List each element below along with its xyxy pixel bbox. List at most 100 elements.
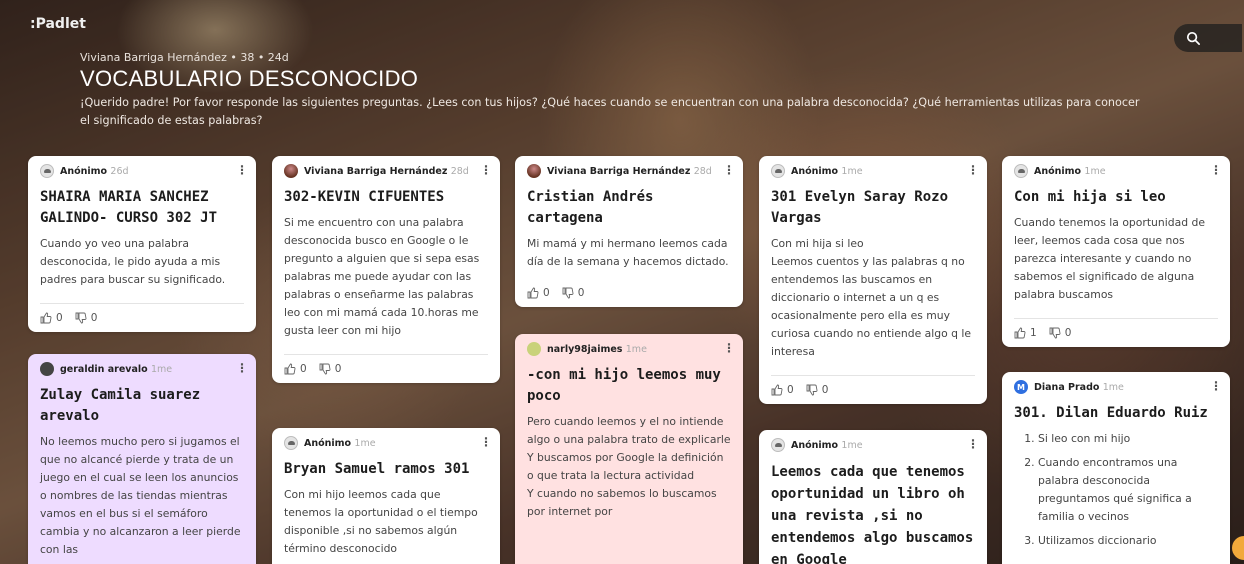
post-author: Anónimo 26d <box>60 165 129 177</box>
post-time: 1me <box>1102 381 1124 393</box>
post-time: 1me <box>354 437 376 449</box>
post-title: -con mi hijo leemos muy poco <box>527 367 721 404</box>
post-time: 1me <box>1084 165 1106 177</box>
post-header: Anónimo 1me ⋮ <box>771 437 979 453</box>
post-body: Si me encuentro con una palabra desconoc… <box>284 216 480 337</box>
post-header: Viviana Barriga Hernández 28d ⋮ <box>527 163 735 179</box>
post-author: Diana Prado 1me <box>1034 381 1124 393</box>
post-header: M Diana Prado 1me ⋮ <box>1014 379 1222 395</box>
post-card[interactable]: Anónimo 1me ⋮ Leemos cada que tenemos op… <box>759 430 987 564</box>
anonymous-avatar-icon <box>771 438 785 452</box>
post-title: Bryan Samuel ramos 301 <box>284 461 470 477</box>
more-vertical-icon[interactable]: ⋮ <box>236 362 248 374</box>
post-author: geraldin arevalo 1me <box>60 363 173 375</box>
post-title: SHAIRA MARIA SANCHEZ GALINDO- CURSO 302 … <box>40 189 218 226</box>
thumbs-up-icon[interactable] <box>284 363 296 375</box>
post-title: Con mi hija si leo <box>1014 189 1166 205</box>
list-item: Cuando encontramos una palabra desconoci… <box>1038 454 1218 526</box>
post-card[interactable]: geraldin arevalo 1me ⋮ Zulay Camila suar… <box>28 354 256 564</box>
post-card[interactable]: Viviana Barriga Hernández 28d ⋮ Cristian… <box>515 156 743 307</box>
post-author: Anónimo 1me <box>1034 165 1106 177</box>
post-body: Con mi hija si leo Leemos cuentos y las … <box>771 237 972 358</box>
thumbs-up-icon[interactable] <box>771 384 783 396</box>
thumbs-down-icon[interactable] <box>319 363 331 375</box>
like-count: 0 <box>300 363 307 375</box>
post-time: 1me <box>841 165 863 177</box>
post-card[interactable]: Anónimo 1me ⋮ Bryan Samuel ramos 301 Con… <box>272 428 500 564</box>
board-meta: Viviana Barriga Hernández • 38 • 24d <box>80 51 289 64</box>
post-author: Anónimo 1me <box>304 437 376 449</box>
anonymous-avatar-icon <box>1014 164 1028 178</box>
anonymous-avatar-icon <box>771 164 785 178</box>
search-icon <box>1186 31 1200 45</box>
board-title: VOCABULARIO DESCONOCIDO <box>80 66 419 91</box>
post-time: 28d <box>693 165 712 177</box>
thumbs-up-icon[interactable] <box>527 287 539 299</box>
post-title: 301 Evelyn Saray Rozo Vargas <box>771 189 949 226</box>
post-title: Zulay Camila suarez arevalo <box>40 387 201 424</box>
post-title: 301. Dilan Eduardo Ruiz <box>1014 405 1208 421</box>
post-time: 1me <box>841 439 863 451</box>
post-list: Si leo con mi hijo Cuando encontramos un… <box>1038 430 1218 550</box>
post-header: Anónimo 1me ⋮ <box>771 163 979 179</box>
more-vertical-icon[interactable]: ⋮ <box>480 164 492 176</box>
user-avatar-icon <box>527 164 541 178</box>
post-author: Viviana Barriga Hernández 28d <box>304 165 469 177</box>
dislike-count: 0 <box>1064 327 1072 339</box>
dislike-count: 0 <box>334 363 342 375</box>
user-avatar-icon <box>284 164 298 178</box>
post-reactions: 1 0 <box>1014 318 1218 339</box>
user-avatar-icon: M <box>1014 380 1028 394</box>
more-vertical-icon[interactable]: ⋮ <box>723 342 735 354</box>
thumbs-up-icon[interactable] <box>1014 327 1026 339</box>
post-header: Viviana Barriga Hernández 28d ⋮ <box>284 163 492 179</box>
post-time: 1me <box>150 363 173 375</box>
post-author: Viviana Barriga Hernández 28d <box>547 165 712 177</box>
post-reactions: 0 0 <box>527 279 731 299</box>
search-button[interactable] <box>1174 24 1242 52</box>
dislike-count: 0 <box>821 384 829 396</box>
more-vertical-icon[interactable]: ⋮ <box>1210 380 1222 392</box>
list-item: Utilizamos diccionario <box>1038 532 1218 550</box>
post-reactions: 0 0 <box>284 354 488 375</box>
post-card[interactable]: Viviana Barriga Hernández 28d ⋮ 302-KEVI… <box>272 156 500 383</box>
more-vertical-icon[interactable]: ⋮ <box>967 164 979 176</box>
post-body: Cuando yo veo una palabra desconocida, l… <box>40 237 226 286</box>
thumbs-down-icon[interactable] <box>75 312 87 324</box>
more-vertical-icon[interactable]: ⋮ <box>480 436 492 448</box>
post-card[interactable]: M Diana Prado 1me ⋮ 301. Dilan Eduardo R… <box>1002 372 1230 564</box>
like-count: 0 <box>56 312 63 324</box>
post-card[interactable]: narly98jaimes 1me ⋮ -con mi hijo leemos … <box>515 334 743 564</box>
thumbs-down-icon[interactable] <box>562 287 574 299</box>
user-avatar-icon <box>40 362 54 376</box>
post-reactions: 0 0 <box>40 303 244 324</box>
post-card[interactable]: Anónimo 26d ⋮ SHAIRA MARIA SANCHEZ GALIN… <box>28 156 256 332</box>
more-vertical-icon[interactable]: ⋮ <box>1210 164 1222 176</box>
post-author: Anónimo 1me <box>791 165 863 177</box>
dislike-count: 0 <box>577 287 585 299</box>
dislike-count: 0 <box>90 312 98 324</box>
post-author: Anónimo 1me <box>791 439 863 451</box>
thumbs-down-icon[interactable] <box>806 384 818 396</box>
thumbs-up-icon[interactable] <box>40 312 52 324</box>
post-header: geraldin arevalo 1me ⋮ <box>40 361 248 377</box>
post-header: narly98jaimes 1me ⋮ <box>527 341 735 357</box>
more-vertical-icon[interactable]: ⋮ <box>723 164 735 176</box>
post-body: Cuando tenemos la oportunidad de leer, l… <box>1014 216 1205 301</box>
post-body: Pero cuando leemos y el no intiende algo… <box>527 415 731 518</box>
post-body: Mi mamá y mi hermano leemos cada día de … <box>527 237 729 268</box>
post-title: Leemos cada que tenemos oportunidad un l… <box>771 464 974 564</box>
post-header: Anónimo 1me ⋮ <box>1014 163 1222 179</box>
post-reactions: 0 0 <box>771 375 975 396</box>
thumbs-down-icon[interactable] <box>1049 327 1061 339</box>
post-time: 1me <box>625 343 647 355</box>
more-vertical-icon[interactable]: ⋮ <box>967 438 979 450</box>
more-vertical-icon[interactable]: ⋮ <box>236 164 248 176</box>
post-card[interactable]: Anónimo 1me ⋮ 301 Evelyn Saray Rozo Varg… <box>759 156 987 404</box>
padlet-logo[interactable]: :Padlet <box>30 16 86 32</box>
like-count: 0 <box>543 287 550 299</box>
post-card[interactable]: Anónimo 1me ⋮ Con mi hija si leo Cuando … <box>1002 156 1230 347</box>
post-title: Cristian Andrés cartagena <box>527 189 654 226</box>
board-description: ¡Querido padre! Por favor responde las s… <box>80 96 1140 127</box>
post-header: Anónimo 26d ⋮ <box>40 163 248 179</box>
